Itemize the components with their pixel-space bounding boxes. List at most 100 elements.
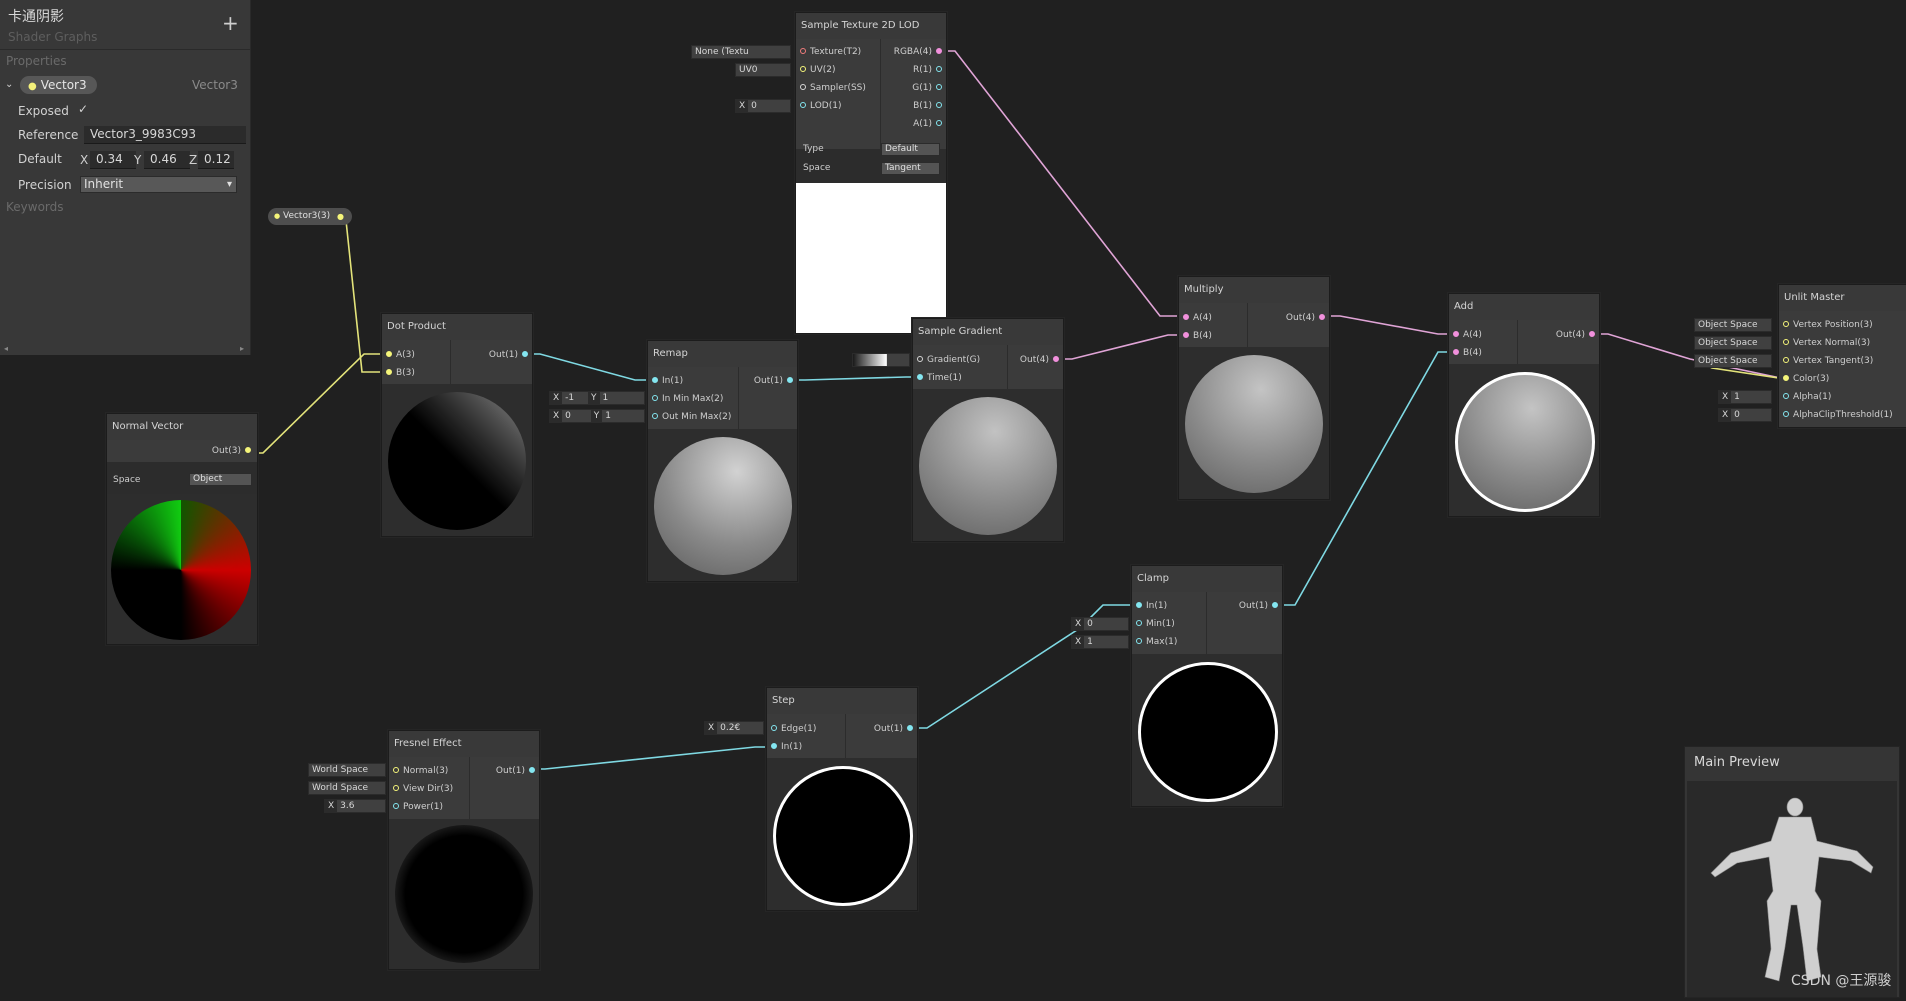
vertex-normal-stub[interactable]: Object Space (1694, 336, 1772, 350)
vertex-position-label: Vertex Position(3) (1793, 320, 1873, 330)
out-port[interactable]: Out(1) (874, 722, 917, 736)
view-dir-stub[interactable]: World Space (308, 781, 386, 795)
main-preview-viewport[interactable] (1687, 781, 1897, 997)
rgba-port[interactable]: RGBA(4) (894, 45, 946, 59)
a-port[interactable]: A(4) (1449, 328, 1482, 342)
scroll-left-icon[interactable]: ◂ (4, 344, 8, 353)
sample-gradient-node[interactable]: Sample Gradient Gradient(G) Time(1) Out(… (912, 318, 1064, 542)
space-dropdown[interactable]: Object (189, 473, 252, 486)
add-node[interactable]: Add A(4) B(4) Out(4) (1448, 293, 1600, 517)
in-port[interactable]: In(1) (648, 374, 683, 388)
alpha-clip-stub[interactable]: X0 (1718, 408, 1772, 422)
vertex-position-port[interactable]: Vertex Position(3) (1779, 318, 1873, 332)
in-port[interactable]: In(1) (767, 740, 802, 754)
main-preview-panel[interactable]: Main Preview (1684, 746, 1900, 998)
dot-product-node[interactable]: Dot Product A(3) B(3) Out(1) (381, 313, 533, 537)
alpha-clip-port[interactable]: AlphaClipThreshold(1) (1779, 408, 1893, 422)
time-port[interactable]: Time(1) (913, 371, 962, 385)
step-node[interactable]: Step Edge(1) In(1) Out(1) (766, 687, 918, 911)
remap-in-min-max-stub[interactable]: X -1 Y1 (549, 391, 645, 405)
out-port[interactable]: Out(3) (212, 444, 255, 458)
unlit-master-node[interactable]: Unlit Master Vertex Position(3) Vertex N… (1778, 284, 1906, 428)
vertex-position-stub[interactable]: Object Space (1694, 318, 1772, 332)
step-edge-stub[interactable]: X 0.2€ (704, 721, 764, 735)
texture-port[interactable]: Texture(T2) (796, 45, 861, 59)
clamp-min-value: 0 (1087, 619, 1093, 629)
sampler-port[interactable]: Sampler(SS) (796, 81, 866, 95)
node-title: Add (1449, 294, 1599, 320)
preview-sphere (773, 766, 913, 906)
normal-port[interactable]: Normal(3) (389, 764, 448, 778)
x-label: X (80, 153, 89, 167)
remap-node[interactable]: Remap In(1) In Min Max(2) Out Min Max(2)… (647, 340, 798, 582)
default-y-field[interactable]: 0.46 (144, 151, 190, 169)
gradient-port[interactable]: Gradient(G) (913, 353, 980, 367)
r-port[interactable]: R(1) (913, 63, 946, 77)
default-z-field[interactable]: 0.12 (198, 151, 234, 169)
b-port[interactable]: B(3) (382, 366, 415, 380)
out-port[interactable]: Out(4) (1286, 311, 1329, 325)
view-dir-port[interactable]: View Dir(3) (389, 782, 453, 796)
texture-input-stub[interactable]: None (Textu (691, 45, 791, 59)
uv-port[interactable]: UV(2) (796, 63, 836, 77)
power-port[interactable]: Power(1) (389, 800, 443, 814)
out-port[interactable]: Out(1) (754, 374, 797, 388)
sample-texture-2d-lod-node[interactable]: Sample Texture 2D LOD Texture(T2) UV(2) … (795, 12, 947, 334)
out-port[interactable]: Out(4) (1020, 353, 1063, 367)
fresnel-effect-node[interactable]: Fresnel Effect Normal(3) View Dir(3) Pow… (388, 730, 540, 970)
alpha-stub[interactable]: X1 (1718, 390, 1772, 404)
vertex-tangent-stub[interactable]: Object Space (1694, 354, 1772, 368)
out-port[interactable]: Out(1) (496, 764, 539, 778)
alpha-clip-label: AlphaClipThreshold(1) (1793, 410, 1893, 420)
normal-vector-node[interactable]: Normal Vector Out(3) Space Object (106, 413, 258, 645)
vector3-property-node[interactable]: ● Vector3(3) ● (268, 208, 352, 225)
out-min-max-port[interactable]: Out Min Max(2) (648, 410, 731, 424)
b-port[interactable]: B(1) (913, 99, 946, 113)
type-dropdown[interactable]: Default (881, 143, 940, 156)
uv-input-stub[interactable]: UV0 (735, 63, 791, 77)
max-port[interactable]: Max(1) (1132, 635, 1177, 649)
g-port[interactable]: G(1) (912, 81, 946, 95)
power-stub[interactable]: X 3.6 (324, 799, 386, 813)
scroll-right-icon[interactable]: ▸ (240, 344, 244, 353)
clamp-max-stub[interactable]: X1 (1071, 635, 1129, 649)
space-dropdown[interactable]: Tangent (881, 162, 940, 175)
exposed-checkbox[interactable]: ✓ (78, 102, 88, 116)
port-circle-icon (652, 376, 658, 383)
in-port[interactable]: In(1) (1132, 599, 1167, 613)
alpha-port[interactable]: Alpha(1) (1779, 390, 1831, 404)
vertex-tangent-port[interactable]: Vertex Tangent(3) (1779, 354, 1873, 368)
lod-port[interactable]: LOD(1) (796, 99, 841, 113)
in-min-max-port[interactable]: In Min Max(2) (648, 392, 723, 406)
normal-stub[interactable]: World Space (308, 763, 386, 777)
clamp-min-stub[interactable]: X0 (1071, 617, 1129, 631)
b-port[interactable]: B(4) (1179, 329, 1212, 343)
add-property-button[interactable]: + (222, 13, 239, 33)
default-x-field[interactable]: 0.34 (90, 151, 136, 169)
b-port[interactable]: B(4) (1449, 346, 1482, 360)
out-port[interactable]: Out(4) (1556, 328, 1599, 342)
gradient-input-stub[interactable] (852, 353, 910, 367)
clamp-node[interactable]: Clamp In(1) Min(1) Max(1) Out(1) (1131, 565, 1283, 807)
a-port[interactable]: A(1) (913, 117, 946, 131)
vertex-normal-port[interactable]: Vertex Normal(3) (1779, 336, 1870, 350)
y-label: Y (588, 392, 600, 404)
a-port[interactable]: A(4) (1179, 311, 1212, 325)
remap-out-min-max-stub[interactable]: X0 Y1 (549, 409, 645, 423)
color-port[interactable]: Color(3) (1779, 372, 1829, 386)
multiply-node[interactable]: Multiply A(4) B(4) Out(4) (1178, 276, 1330, 500)
out-port[interactable]: Out(1) (1239, 599, 1282, 613)
lod-input-stub[interactable]: X0 (735, 99, 791, 113)
a-port[interactable]: A(3) (382, 348, 415, 362)
reference-field[interactable]: Vector3_9983C93 (84, 126, 246, 144)
min-port[interactable]: Min(1) (1132, 617, 1175, 631)
view-dir-stub-value: World Space (312, 783, 369, 793)
port-circle-icon (386, 350, 392, 357)
property-pill[interactable]: ● Vector3 (20, 76, 97, 94)
vector3-output-port-icon[interactable]: ● (337, 208, 344, 225)
chevron-down-icon[interactable]: ⌄ (5, 79, 13, 90)
out-port[interactable]: Out(1) (489, 348, 532, 362)
node-preview (913, 389, 1063, 541)
precision-dropdown[interactable]: Inherit (80, 176, 237, 193)
edge-port[interactable]: Edge(1) (767, 722, 816, 736)
